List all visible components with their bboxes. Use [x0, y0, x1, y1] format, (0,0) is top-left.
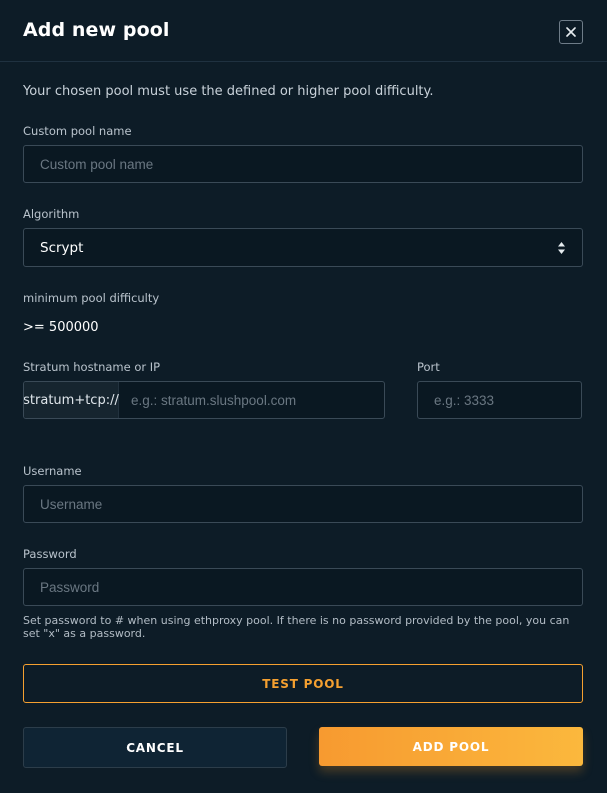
algorithm-select[interactable]: Scrypt — [23, 228, 583, 267]
algorithm-selected-value: Scrypt — [40, 239, 84, 256]
stratum-prefix: stratum+tcp:// — [24, 382, 119, 418]
add-pool-button[interactable]: ADD POOL — [319, 727, 583, 766]
algorithm-label: Algorithm — [23, 207, 80, 221]
port-label: Port — [417, 360, 440, 374]
stratum-field: stratum+tcp:// — [23, 381, 385, 419]
port-input[interactable] — [417, 381, 582, 419]
select-arrows-icon — [558, 241, 565, 254]
test-pool-button[interactable]: TEST POOL — [23, 664, 583, 703]
stratum-input[interactable] — [119, 382, 384, 418]
close-icon — [566, 27, 576, 37]
difficulty-label: minimum pool difficulty — [23, 291, 160, 305]
cancel-button[interactable]: CANCEL — [23, 727, 287, 768]
close-button[interactable] — [559, 20, 583, 44]
pool-name-input[interactable] — [23, 145, 583, 183]
stratum-label: Stratum hostname or IP — [23, 360, 161, 374]
dialog-title: Add new pool — [23, 19, 170, 41]
pool-name-label: Custom pool name — [23, 124, 132, 138]
add-pool-dialog: Add new pool Your chosen pool must use t… — [0, 0, 607, 793]
difficulty-value: >= 500000 — [23, 320, 99, 335]
password-hint: Set password to # when using ethproxy po… — [23, 614, 570, 640]
password-input[interactable] — [23, 568, 583, 606]
username-label: Username — [23, 464, 82, 478]
dialog-header: Add new pool — [0, 0, 607, 62]
password-label: Password — [23, 547, 77, 561]
difficulty-notice: Your chosen pool must use the defined or… — [23, 84, 434, 99]
username-input[interactable] — [23, 485, 583, 523]
